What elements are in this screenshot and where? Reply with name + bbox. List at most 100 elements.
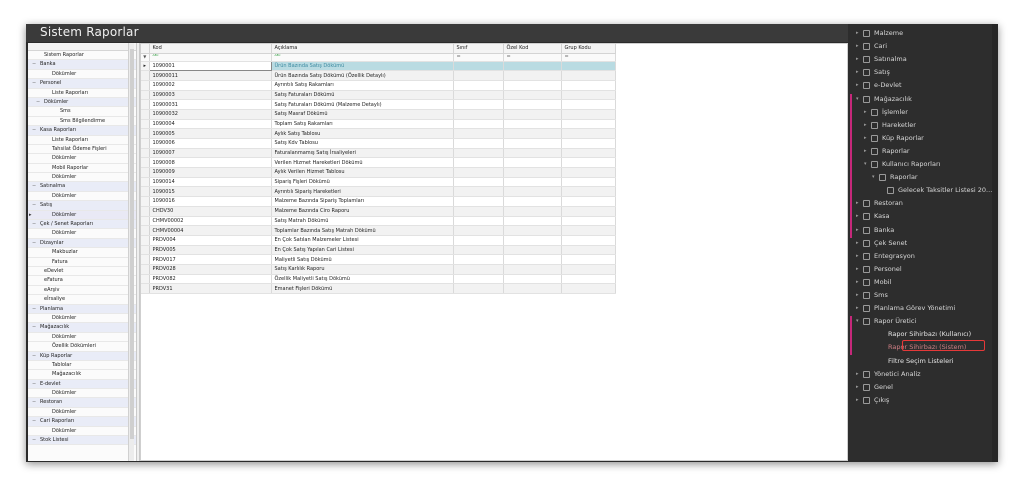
table-row[interactable]: 1090005 Aylık Satış Tablosu: [141, 128, 616, 139]
table-row[interactable]: 1090016 Malzeme Bazında Sipariş Toplamlar…: [141, 196, 616, 207]
cell-sinif[interactable]: [453, 80, 504, 91]
cell-ozel[interactable]: [503, 186, 562, 198]
cell-ad[interactable]: Malzeme Bazında Ciro Raporu: [271, 206, 454, 217]
cell-ad[interactable]: Maliyetli Satış Dökümü: [271, 254, 454, 265]
cell-kod[interactable]: PRDV004: [149, 235, 272, 246]
cell-grup[interactable]: [561, 70, 616, 81]
chevron-right-icon[interactable]: ▸: [864, 132, 867, 145]
tree-node[interactable]: Dökümler: [28, 173, 136, 183]
chevron-right-icon[interactable]: ▸: [856, 276, 859, 289]
tree-node[interactable]: eFatura: [28, 276, 136, 286]
nav-item[interactable]: ▸ Yönetici Analiz: [848, 368, 998, 381]
tree-node-collapse-icon[interactable]: −: [32, 398, 36, 407]
column-header-kod[interactable]: Kod: [149, 44, 272, 54]
cell-sinif[interactable]: [453, 186, 504, 198]
nav-item[interactable]: ▸ Mobil: [848, 276, 998, 289]
cell-kod[interactable]: 1090007: [149, 148, 272, 159]
tree-node[interactable]: Sms: [28, 107, 136, 117]
cell-grup[interactable]: [561, 216, 616, 227]
nav-item[interactable]: ▸ Restoran: [848, 197, 998, 210]
cell-ozel[interactable]: [503, 61, 562, 72]
table-row[interactable]: 1090006 Satış Kdv Tablosu: [141, 138, 616, 149]
chevron-right-icon[interactable]: ▸: [856, 368, 859, 381]
chevron-right-icon[interactable]: ▸: [856, 40, 859, 53]
cell-ozel[interactable]: [503, 70, 562, 81]
cell-ozel[interactable]: [503, 99, 562, 110]
cell-ad[interactable]: Ürün Bazında Satış Dökümü: [271, 61, 454, 72]
table-row[interactable]: 1090003 Satış Faturaları Dökümü: [141, 90, 616, 101]
cell-ad[interactable]: Satış Kdv Tablosu: [271, 138, 454, 149]
cell-ozel[interactable]: [503, 80, 562, 91]
cell-grup[interactable]: [561, 109, 616, 120]
cell-sinif[interactable]: [453, 283, 504, 294]
tree-node-collapse-icon[interactable]: −: [32, 220, 36, 229]
cell-kod[interactable]: 10900031: [149, 99, 272, 110]
nav-item[interactable]: ▸ Planlama Görev Yönetimi: [848, 302, 998, 315]
chevron-right-icon[interactable]: ▸: [856, 289, 859, 302]
nav-item[interactable]: ▸ Hareketler: [848, 119, 998, 132]
cell-ozel[interactable]: [503, 157, 562, 169]
cell-grup[interactable]: [561, 157, 616, 169]
filter-row[interactable]: ▼ ᴬᴮᶜ ᴬᴮᶜ = = =: [141, 53, 616, 62]
cell-ad[interactable]: Toplamlar Bazında Satış Matrah Dökümü: [271, 225, 454, 236]
chevron-right-icon[interactable]: ▸: [864, 106, 867, 119]
cell-kod[interactable]: CHMV00002: [149, 216, 272, 227]
tree-scrollbar[interactable]: [128, 43, 134, 461]
table-row[interactable]: PRDV017 Maliyetli Satış Dökümü: [141, 254, 616, 265]
cell-ozel[interactable]: [503, 167, 562, 178]
tree-node[interactable]: Dökümler: [28, 333, 136, 343]
chevron-right-icon[interactable]: ▸: [864, 119, 867, 132]
tree-node[interactable]: Makbuzlar: [28, 248, 136, 258]
cell-grup[interactable]: [561, 167, 616, 178]
nav-item[interactable]: ▸ İşlemler: [848, 106, 998, 119]
nav-item[interactable]: ▾ Raporlar: [848, 171, 998, 184]
tree-node-collapse-icon[interactable]: −: [32, 182, 36, 191]
chevron-down-icon[interactable]: ▾: [856, 315, 859, 328]
nav-item[interactable]: ▸ Küp Raporlar: [848, 132, 998, 145]
tree-node[interactable]: Dökümler: [28, 70, 136, 80]
cell-kod[interactable]: PRDV017: [149, 254, 272, 265]
cell-ozel[interactable]: [503, 90, 562, 101]
cell-sinif[interactable]: [453, 70, 504, 81]
tree-node-collapse-icon[interactable]: −: [32, 436, 36, 445]
chevron-right-icon[interactable]: ▸: [856, 210, 859, 223]
chevron-down-icon[interactable]: ▾: [872, 171, 875, 184]
tree-node[interactable]: Özellik Dökümleri: [28, 342, 136, 352]
tree-node[interactable]: Tablolar: [28, 361, 136, 371]
column-header-aciklama[interactable]: Açıklama: [271, 44, 454, 54]
tree-node[interactable]: Fatura: [28, 258, 136, 267]
cell-ad[interactable]: Toplam Satış Rakamları: [271, 119, 454, 130]
cell-kod[interactable]: 1090014: [149, 177, 272, 188]
tree-node[interactable]: − Kasa Raporları: [28, 126, 136, 136]
cell-grup[interactable]: [561, 186, 616, 198]
table-row[interactable]: PRDV004 En Çok Satılan Malzemeler Listesi: [141, 235, 616, 246]
cell-kod[interactable]: 1090009: [149, 167, 272, 178]
tree-node-collapse-icon[interactable]: −: [32, 201, 36, 210]
cell-kod[interactable]: 1090006: [149, 138, 272, 149]
tree-scroll-thumb[interactable]: [130, 49, 134, 439]
cell-grup[interactable]: [561, 264, 616, 275]
cell-sinif[interactable]: [453, 138, 504, 149]
nav-item[interactable]: ▸ Banka: [848, 224, 998, 237]
cell-ad[interactable]: Satış Karlılık Raporu: [271, 264, 454, 275]
cell-grup[interactable]: [561, 274, 616, 285]
cell-ad[interactable]: Satış Matrah Dökümü: [271, 216, 454, 227]
cell-grup[interactable]: [561, 138, 616, 149]
filter-sinif[interactable]: =: [453, 53, 504, 62]
chevron-down-icon[interactable]: ▾: [864, 158, 867, 171]
tree-node[interactable]: − Satınalma: [28, 182, 136, 192]
cell-sinif[interactable]: [453, 90, 504, 101]
table-row[interactable]: ▸ 1090001 Ürün Bazında Satış Dökümü: [141, 60, 616, 72]
cell-sinif[interactable]: [453, 61, 504, 72]
cell-kod[interactable]: 1090008: [149, 157, 272, 169]
table-row[interactable]: 1090004 Toplam Satış Rakamları: [141, 119, 616, 130]
table-row[interactable]: PRDV005 En Çok Satış Yapılan Cari Listesi: [141, 245, 616, 256]
cell-ozel[interactable]: [503, 148, 562, 159]
cell-sinif[interactable]: [453, 119, 504, 130]
tree-node[interactable]: − Restoran: [28, 398, 136, 408]
cell-ozel[interactable]: [503, 216, 562, 227]
table-row[interactable]: 10900031 Satış Faturaları Dökümü (Malzeme…: [141, 99, 616, 110]
cell-sinif[interactable]: [453, 274, 504, 285]
cell-sinif[interactable]: [453, 177, 504, 188]
chevron-right-icon[interactable]: ▸: [856, 27, 859, 40]
